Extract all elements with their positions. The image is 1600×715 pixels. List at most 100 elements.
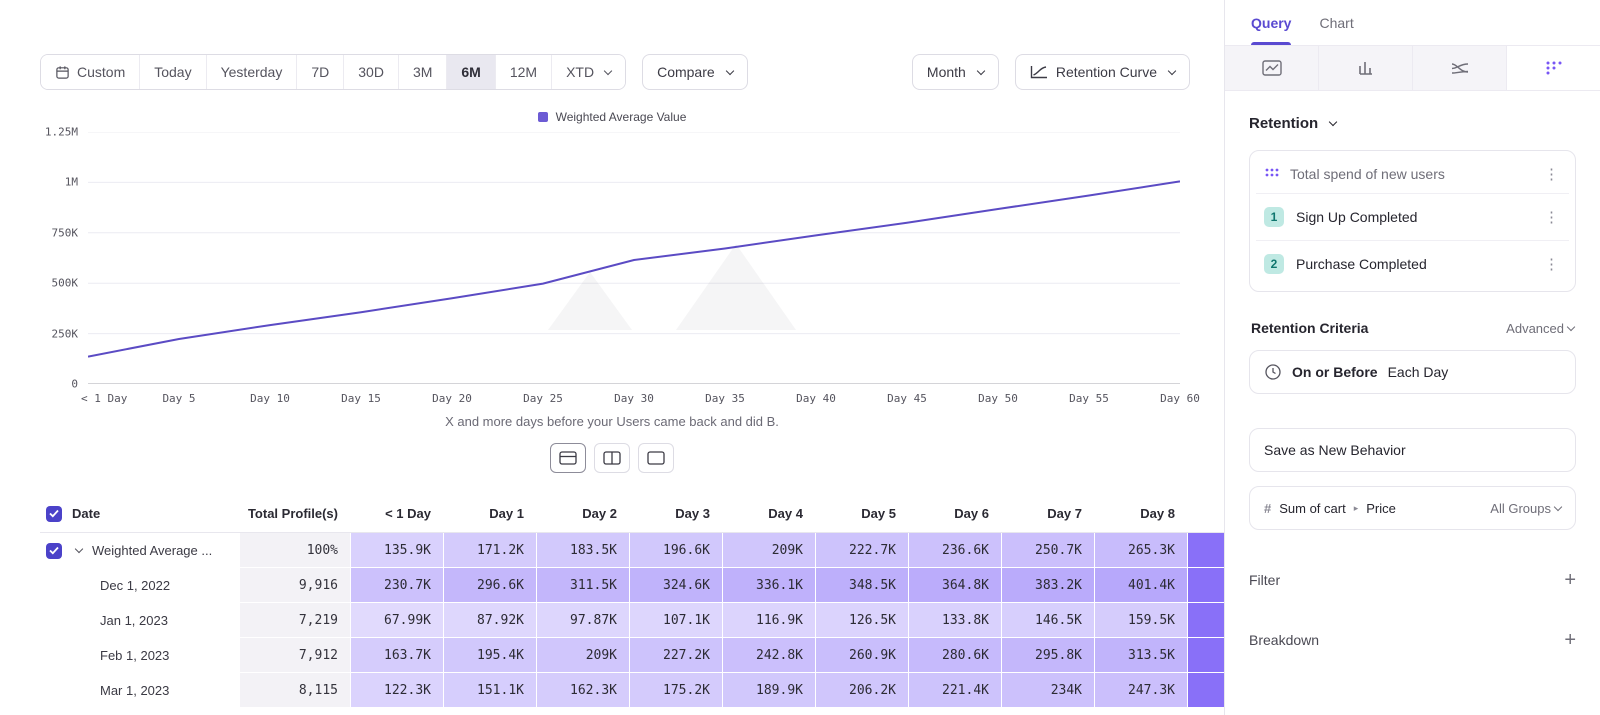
y-axis-label: 250K (52, 327, 79, 340)
legend-label: Weighted Average Value (556, 110, 687, 124)
add-breakdown-button[interactable]: + (1564, 630, 1576, 650)
behavior-step[interactable]: 1 Sign Up Completed ⋮ (1256, 193, 1569, 240)
retention-value-cell: 151.1K (443, 673, 536, 708)
table-header-row: DateTotal Profile(s)< 1 DayDay 1Day 2Day… (40, 495, 1224, 533)
breakdown-label: Breakdown (1249, 632, 1319, 648)
chart-type-label: Retention Curve (1056, 64, 1157, 80)
retention-value-cell: 209K (536, 638, 629, 673)
compare-label: Compare (657, 64, 715, 80)
table-row: Dec 1, 20229,916230.7K296.6K311.5K324.6K… (40, 568, 1224, 603)
y-axis-label: 1.25M (45, 126, 78, 139)
retention-value-cell: 116.9K (722, 603, 815, 638)
select-all-checkbox[interactable] (46, 506, 62, 522)
overflow-cell (1187, 638, 1224, 673)
main-panel: CustomToday Yesterday 7D30D3M6M12MXTD Comp… (0, 0, 1224, 715)
overflow-cell (1187, 673, 1224, 708)
range-12m[interactable]: 12M (496, 55, 552, 89)
tab-stream-chart[interactable] (1413, 46, 1507, 90)
full-view-icon (647, 451, 665, 465)
granularity-button[interactable]: Month (912, 54, 999, 90)
column-header: Day 4 (722, 495, 815, 532)
retention-timing-row[interactable]: On or Before Each Day (1249, 350, 1576, 394)
column-header: Day 7 (1001, 495, 1094, 532)
retention-criteria-label: Retention Criteria (1251, 320, 1368, 336)
retention-criteria-row: Retention Criteria Advanced (1251, 320, 1574, 336)
x-axis-label: Day 15 (341, 392, 381, 405)
column-header: < 1 Day (350, 495, 443, 532)
layout-split-horizontal-button[interactable] (550, 443, 586, 473)
column-header: Day 3 (629, 495, 722, 532)
kebab-menu-icon[interactable]: ⋮ (1542, 208, 1561, 226)
retention-value-cell: 107.1K (629, 603, 722, 638)
range-yesterday[interactable]: Yesterday (207, 55, 298, 89)
tab-bar-chart[interactable] (1319, 46, 1413, 90)
calendar-icon (55, 65, 70, 80)
retention-value-cell: 230.7K (350, 568, 443, 603)
all-groups-label: All Groups (1490, 501, 1551, 516)
range-label: Yesterday (221, 64, 283, 80)
layout-split-vertical-button[interactable] (594, 443, 630, 473)
chevron-down-icon (1567, 322, 1575, 330)
range-6m[interactable]: 6M (447, 55, 495, 89)
step-label: Purchase Completed (1296, 256, 1427, 272)
retention-value-cell: 122.3K (350, 673, 443, 708)
layout-full-button[interactable] (638, 443, 674, 473)
tab-line-chart[interactable] (1225, 46, 1319, 90)
tab-retention-grid[interactable] (1507, 46, 1600, 90)
row-checkbox[interactable] (46, 543, 62, 559)
plot-area (88, 132, 1180, 384)
range-3m[interactable]: 3M (399, 55, 447, 89)
retention-value-cell: 206.2K (815, 673, 908, 708)
stream-chart-icon (1450, 60, 1470, 76)
line-chart-svg (88, 132, 1180, 384)
step-label: Sign Up Completed (1296, 209, 1417, 225)
table-row: Mar 1, 20238,115122.3K151.1K162.3K175.2K… (40, 673, 1224, 708)
x-axis-label: Day 25 (523, 392, 563, 405)
x-axis-label: Day 5 (162, 392, 195, 405)
total-profiles-cell: 100% (240, 533, 350, 568)
retention-value-cell: 311.5K (536, 568, 629, 603)
behavior-steps: 1Sign Up Completed⋮2Purchase Completed⋮ (1256, 193, 1569, 287)
kebab-menu-icon[interactable]: ⋮ (1542, 165, 1561, 183)
compare-button[interactable]: Compare (642, 54, 748, 90)
behavior-title: Total spend of new users (1290, 166, 1445, 182)
query-sidebar: Query Chart (1224, 0, 1600, 715)
step-number-badge: 1 (1264, 207, 1284, 227)
retention-value-cell: 135.9K (350, 533, 443, 568)
retention-value-cell: 133.8K (908, 603, 1001, 638)
retention-value-cell: 67.99K (350, 603, 443, 638)
retention-value-cell: 324.6K (629, 568, 722, 603)
add-filter-button[interactable]: + (1564, 570, 1576, 590)
range-7d[interactable]: 7D (297, 55, 344, 89)
date-header-label: Date (72, 506, 100, 521)
caret-right-icon: ▸ (1354, 503, 1359, 514)
total-profiles-cell: 8,115 (240, 673, 350, 708)
range-30d[interactable]: 30D (344, 55, 399, 89)
save-behavior-button[interactable]: Save as New Behavior (1249, 428, 1576, 472)
chevron-down-icon[interactable] (75, 545, 83, 553)
tab-chart[interactable]: Chart (1319, 0, 1353, 45)
tab-query[interactable]: Query (1251, 0, 1291, 45)
table-row: Jan 1, 20237,21967.99K87.92K97.87K107.1K… (40, 603, 1224, 638)
all-groups-dropdown[interactable]: All Groups (1490, 501, 1561, 516)
filter-label: Filter (1249, 572, 1280, 588)
row-label: Dec 1, 2022 (100, 578, 170, 593)
row-label: Weighted Average ... (92, 543, 212, 558)
behavior-step[interactable]: 2Purchase Completed⋮ (1256, 240, 1569, 287)
chart-type-button[interactable]: Retention Curve (1015, 54, 1190, 90)
advanced-dropdown[interactable]: Advanced (1506, 321, 1574, 336)
retention-value-cell: 221.4K (908, 673, 1001, 708)
behavior-header[interactable]: Total spend of new users ⋮ (1256, 155, 1569, 193)
range-today[interactable]: Today (140, 55, 206, 89)
chevron-down-icon (1168, 66, 1176, 74)
range-xtd[interactable]: XTD (552, 55, 625, 89)
retention-value-cell: 126.5K (815, 603, 908, 638)
retention-value-cell: 162.3K (536, 673, 629, 708)
measure-row[interactable]: # Sum of cart ▸ Price All Groups (1249, 486, 1576, 530)
kebab-menu-icon[interactable]: ⋮ (1542, 255, 1561, 273)
split-horizontal-icon (559, 451, 577, 465)
range-custom[interactable]: Custom (41, 55, 140, 89)
chart-type-tabs (1225, 45, 1600, 91)
number-type-icon: # (1264, 501, 1271, 516)
retention-section-header[interactable]: Retention (1249, 115, 1576, 132)
